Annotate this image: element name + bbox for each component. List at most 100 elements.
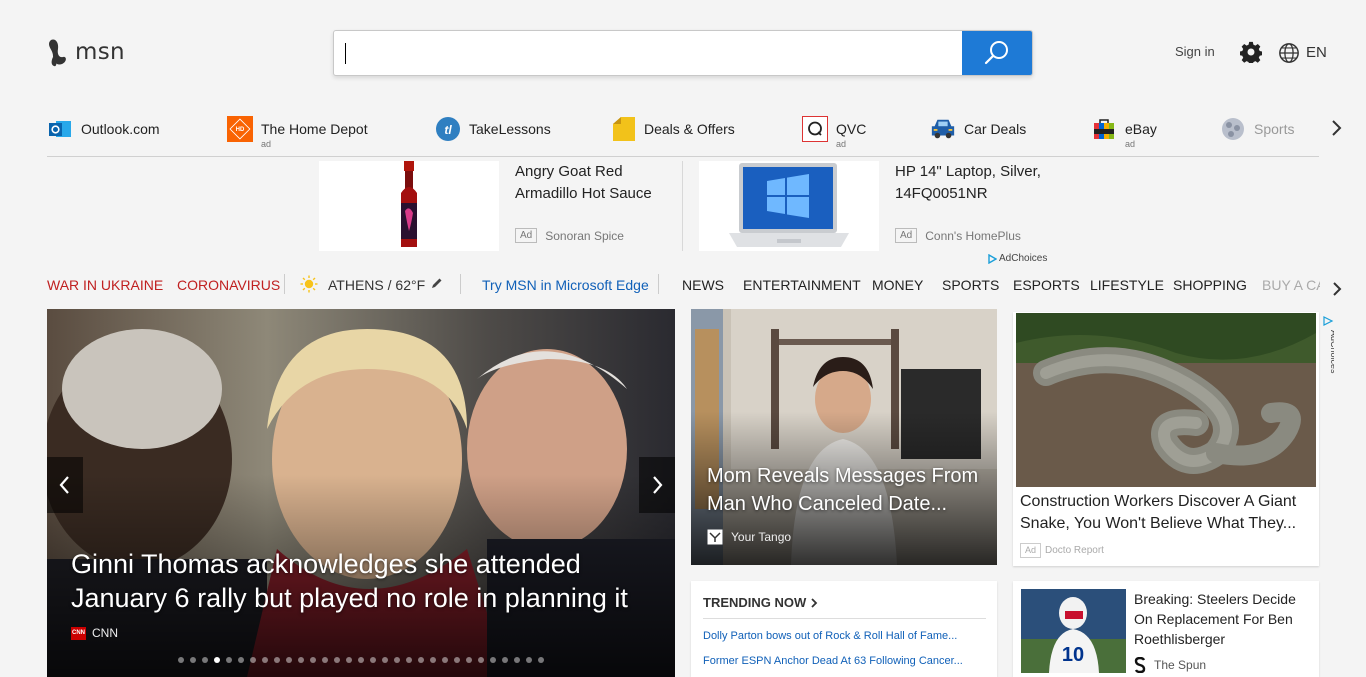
- nav-topic-ukraine[interactable]: WAR IN UKRAINE: [47, 277, 163, 293]
- msn-logo[interactable]: msn: [47, 36, 125, 68]
- carousel-dot[interactable]: [526, 657, 532, 663]
- carousel-dot[interactable]: [202, 657, 208, 663]
- carousel-dot[interactable]: [418, 657, 424, 663]
- carousel-dot[interactable]: [346, 657, 352, 663]
- hero-carousel[interactable]: Ginni Thomas acknowledges she attended J…: [47, 309, 675, 677]
- carousel-dot[interactable]: [406, 657, 412, 663]
- quicklink-deals[interactable]: Deals & Offers: [610, 116, 735, 142]
- trending-heading-label: TRENDING NOW: [703, 595, 807, 610]
- carousel-dot[interactable]: [262, 657, 268, 663]
- ad-card-giant-snake[interactable]: Construction Workers Discover A Giant Sn…: [1013, 312, 1319, 566]
- search-input[interactable]: [334, 31, 962, 75]
- carousel-dot[interactable]: [490, 657, 496, 663]
- quicklink-sports[interactable]: Sports: [1220, 116, 1294, 142]
- carousel-dot[interactable]: [538, 657, 544, 663]
- story-card-steelers[interactable]: 10 Breaking: Steelers Decide On Replacem…: [1013, 581, 1319, 677]
- nav-divider: [284, 274, 285, 294]
- quicklink-car-deals[interactable]: Car Deals: [930, 116, 1026, 142]
- chevron-right-icon[interactable]: [1329, 280, 1345, 298]
- takelessons-icon: tl: [435, 116, 461, 142]
- sports-icon: [1220, 116, 1246, 142]
- nav-money[interactable]: MONEY: [872, 277, 923, 293]
- carousel-dot[interactable]: [442, 657, 448, 663]
- carousel-dot[interactable]: [454, 657, 460, 663]
- carousel-dot[interactable]: [502, 657, 508, 663]
- nav-news[interactable]: NEWS: [682, 277, 724, 293]
- globe-icon[interactable]: [1278, 42, 1300, 64]
- chevron-left-icon: [59, 476, 69, 494]
- carousel-dot[interactable]: [250, 657, 256, 663]
- ad-sponsor: Docto Report: [1045, 545, 1104, 556]
- trending-link[interactable]: Dolly Parton bows out of Rock & Roll Hal…: [703, 630, 988, 642]
- quicklink-label: Deals & Offers: [644, 121, 735, 137]
- carousel-dot[interactable]: [466, 657, 472, 663]
- carousel-dot[interactable]: [298, 657, 304, 663]
- hero-source: CNN: [92, 626, 118, 640]
- trending-heading[interactable]: TRENDING NOW: [703, 595, 818, 610]
- chevron-right-icon[interactable]: [1327, 117, 1347, 139]
- carousel-dot[interactable]: [514, 657, 520, 663]
- adchoices-vertical-link[interactable]: AdChoices: [1322, 316, 1334, 376]
- quicklink-home-depot[interactable]: HD The Home Depot ad: [227, 116, 368, 149]
- carousel-next-button[interactable]: [639, 457, 675, 513]
- carousel-dot[interactable]: [178, 657, 184, 663]
- quicklink-takelessons[interactable]: tl TakeLessons: [435, 116, 551, 142]
- nav-lifestyle[interactable]: LIFESTYLE: [1090, 277, 1164, 293]
- nav-entertainment[interactable]: ENTERTAINMENT: [743, 277, 861, 293]
- adchoices-link[interactable]: AdChoices: [988, 253, 1047, 264]
- ad-card-laptop[interactable]: HP 14" Laptop, Silver, 14FQ0051NR Ad Con…: [699, 161, 1049, 251]
- cnn-logo-icon: CNN: [71, 626, 86, 640]
- carousel-dot[interactable]: [322, 657, 328, 663]
- carousel-dot[interactable]: [310, 657, 316, 663]
- carousel-dot[interactable]: [190, 657, 196, 663]
- carousel-dot[interactable]: [430, 657, 436, 663]
- carousel-dot[interactable]: [394, 657, 400, 663]
- text-caret: [345, 43, 346, 64]
- carousel-dot[interactable]: [358, 657, 364, 663]
- story-headline[interactable]: Mom Reveals Messages From Man Who Cancel…: [707, 462, 987, 518]
- trending-link[interactable]: Former ESPN Anchor Dead At 63 Following …: [703, 655, 988, 667]
- deals-tag-icon: [610, 116, 636, 142]
- ad-sponsor: Sonoran Spice: [545, 228, 624, 243]
- quicklink-label: Sports: [1254, 121, 1295, 137]
- quicklink-ebay[interactable]: eBay ad: [1091, 116, 1157, 149]
- nav-divider: [460, 274, 461, 294]
- edge-promo-link[interactable]: Try MSN in Microsoft Edge: [482, 277, 649, 293]
- carousel-dot[interactable]: [478, 657, 484, 663]
- your-tango-logo-icon: [707, 529, 723, 545]
- hero-headline[interactable]: Ginni Thomas acknowledges she attended J…: [71, 547, 671, 615]
- pencil-edit-icon[interactable]: [430, 277, 443, 290]
- language-selector[interactable]: EN: [1306, 44, 1327, 61]
- quicklink-label: The Home Depot: [261, 121, 368, 137]
- carousel-dot[interactable]: [274, 657, 280, 663]
- ebay-bag-icon: [1091, 116, 1117, 142]
- carousel-dot[interactable]: [226, 657, 232, 663]
- ad-card-hot-sauce[interactable]: Angry Goat Red Armadillo Hot Sauce Ad So…: [319, 161, 669, 251]
- ad-badge: Ad: [515, 228, 538, 243]
- nav-esports[interactable]: ESPORTS: [1013, 277, 1080, 293]
- story-headline[interactable]: Breaking: Steelers Decide On Replacement…: [1134, 589, 1316, 649]
- weather-location[interactable]: ATHENS / 62°F: [328, 277, 425, 293]
- gear-icon[interactable]: [1240, 41, 1262, 63]
- quicklink-label: TakeLessons: [469, 121, 551, 137]
- sign-in-link[interactable]: Sign in: [1175, 44, 1215, 59]
- carousel-dot[interactable]: [370, 657, 376, 663]
- search-box[interactable]: [333, 30, 1033, 76]
- carousel-dot[interactable]: [382, 657, 388, 663]
- nav-topic-coronavirus[interactable]: CORONAVIRUS: [177, 277, 280, 293]
- nav-divider: [658, 274, 659, 294]
- story-card-mom-messages[interactable]: Mom Reveals Messages From Man Who Cancel…: [691, 309, 997, 565]
- nav-buy-a-car[interactable]: BUY A CAR: [1262, 277, 1320, 293]
- carousel-dot[interactable]: [214, 657, 220, 663]
- quicklink-qvc[interactable]: QVC ad: [802, 116, 866, 149]
- carousel-dot[interactable]: [238, 657, 244, 663]
- ad-title: Angry Goat Red Armadillo Hot Sauce: [515, 163, 652, 202]
- carousel-dot[interactable]: [286, 657, 292, 663]
- carousel-dot[interactable]: [334, 657, 340, 663]
- search-button[interactable]: [962, 31, 1032, 75]
- carousel-prev-button[interactable]: [47, 457, 83, 513]
- search-icon: [984, 41, 1008, 65]
- nav-shopping[interactable]: SHOPPING: [1173, 277, 1247, 293]
- nav-sports[interactable]: SPORTS: [942, 277, 999, 293]
- quicklink-outlook[interactable]: Outlook.com: [47, 116, 160, 142]
